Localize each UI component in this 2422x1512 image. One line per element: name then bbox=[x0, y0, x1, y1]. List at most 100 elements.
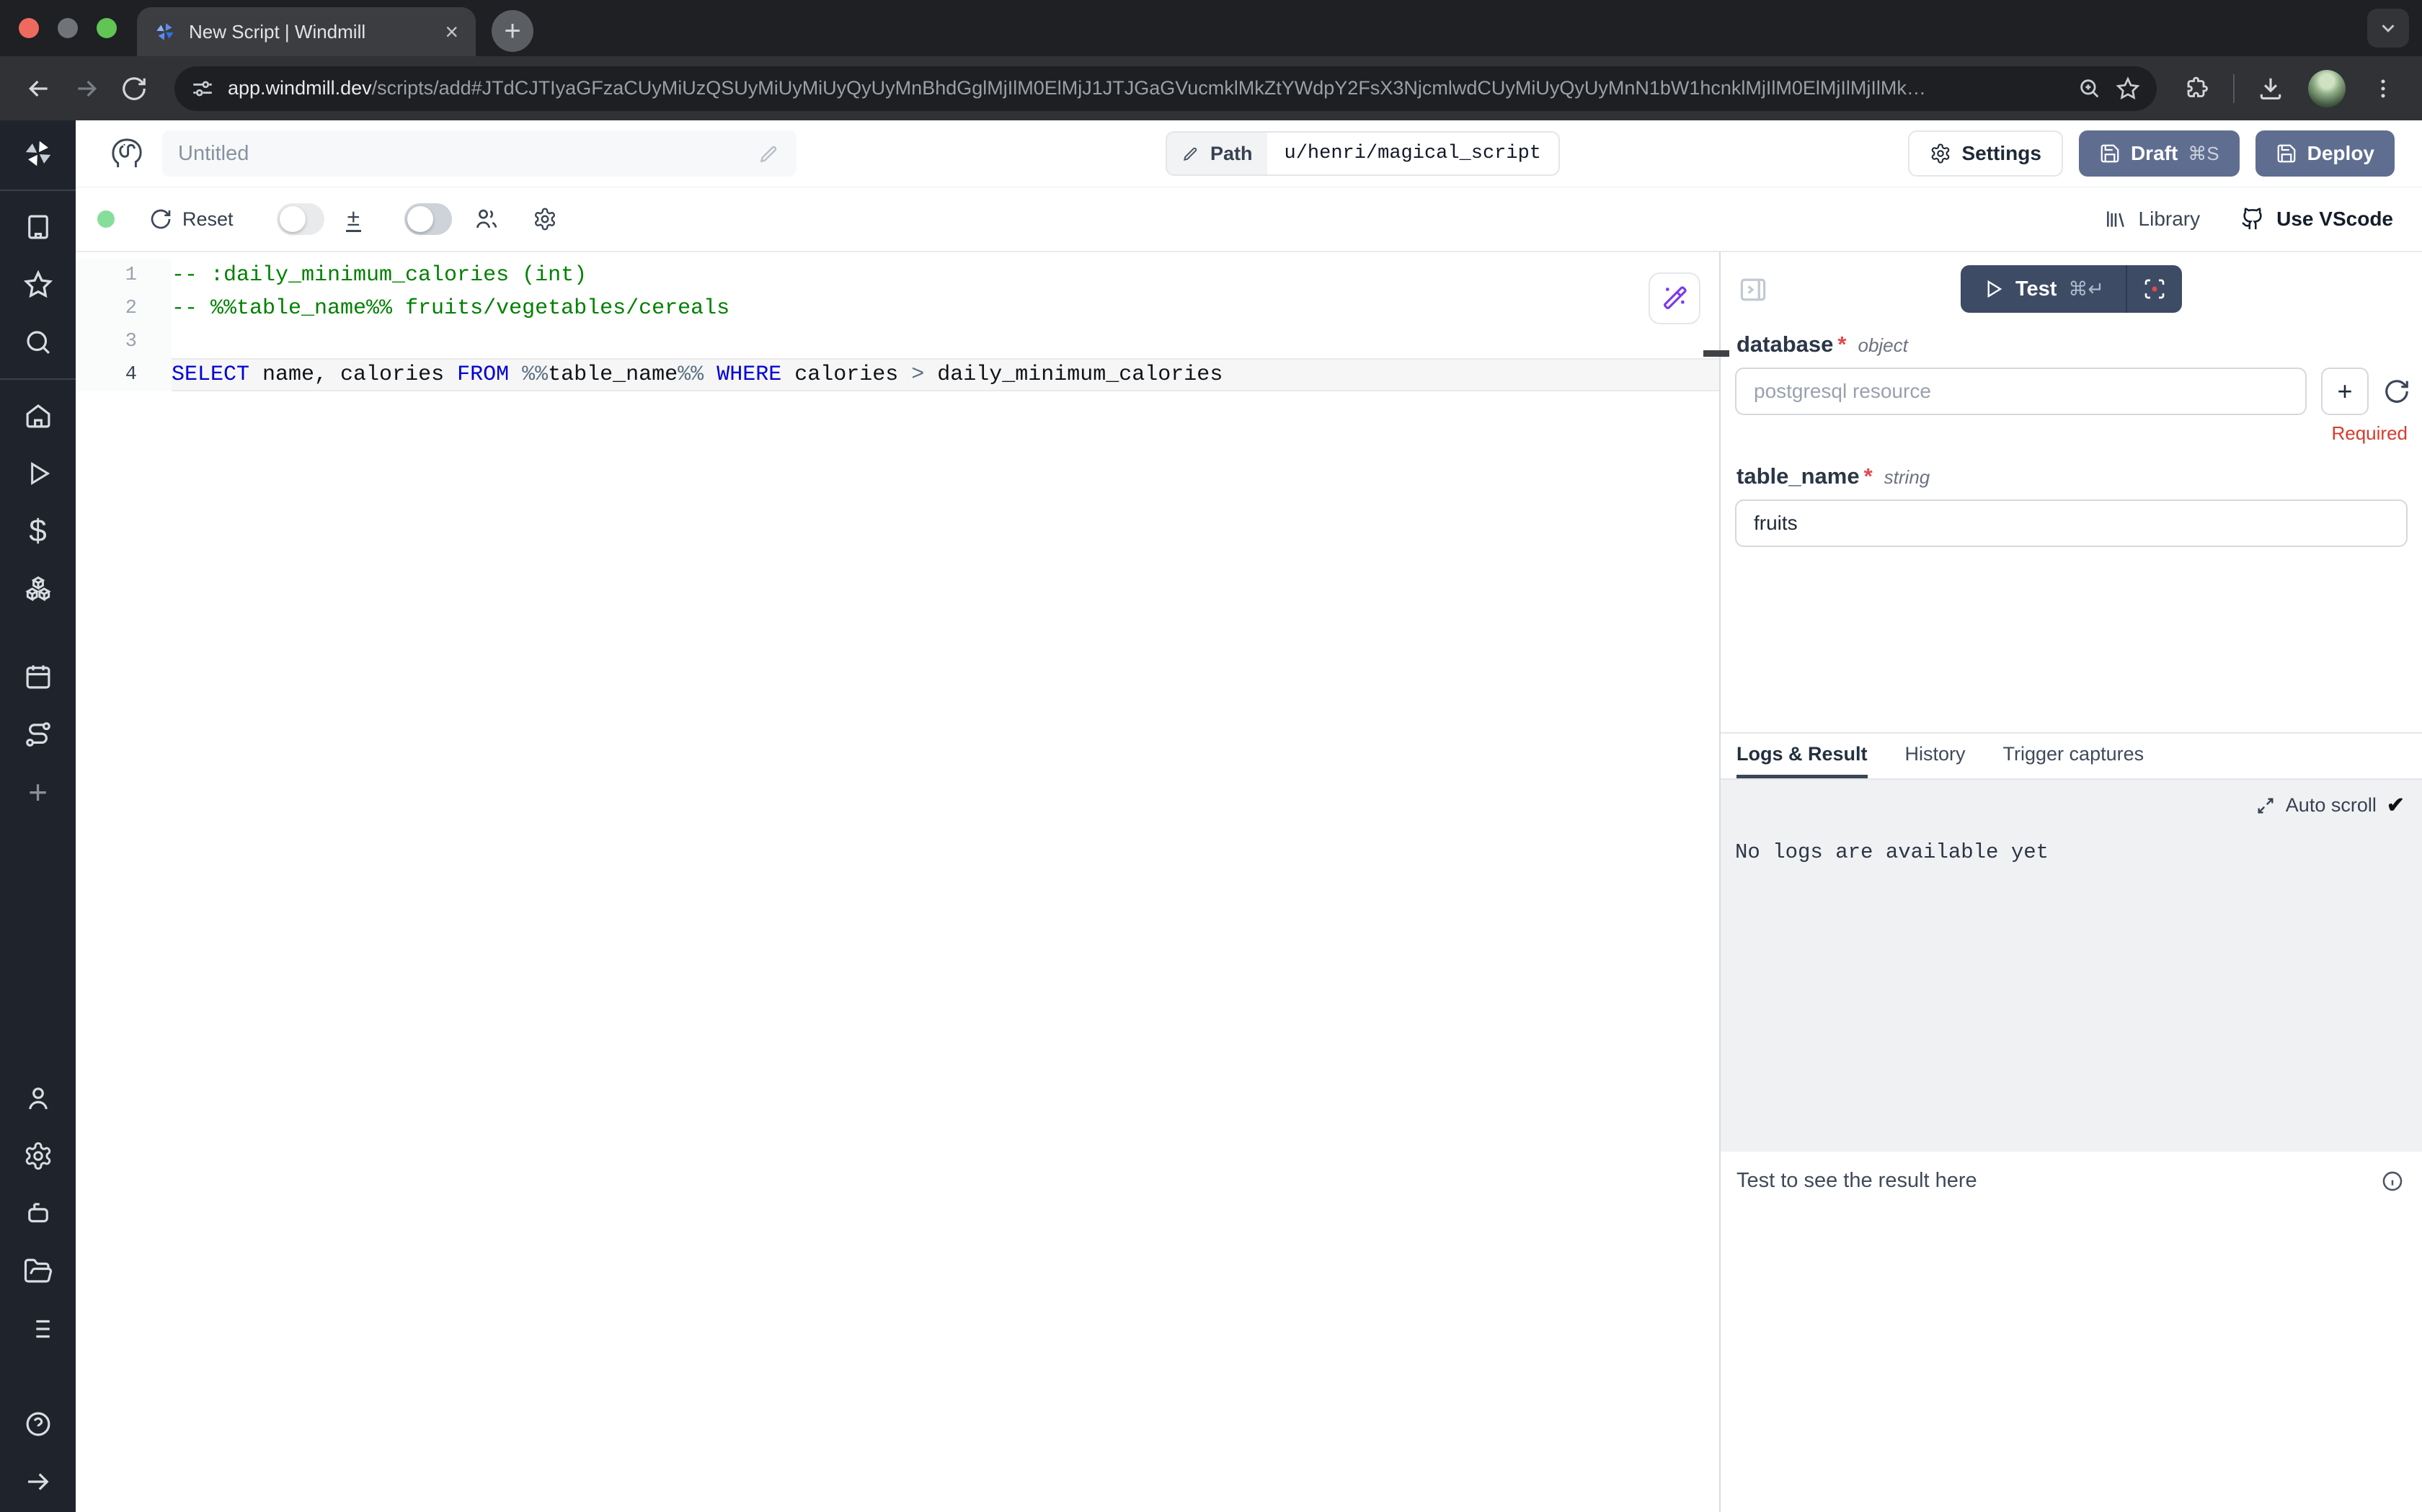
url-text: app.windmill.dev/scripts/add#JTdCJTIyaGF… bbox=[228, 77, 2064, 99]
sidebar-divider bbox=[0, 190, 76, 191]
zoom-page-icon[interactable] bbox=[2077, 76, 2102, 101]
test-split-button[interactable]: Test ⌘↵ bbox=[1961, 265, 2182, 313]
ai-bot-icon[interactable] bbox=[22, 1198, 54, 1229]
field-type: object bbox=[1858, 334, 1907, 357]
audit-logs-list-icon[interactable] bbox=[22, 1313, 54, 1345]
database-resource-input[interactable] bbox=[1735, 368, 2307, 415]
users-icon bbox=[474, 206, 500, 232]
ai-wand-button[interactable] bbox=[1649, 272, 1700, 324]
library-icon bbox=[2104, 208, 2127, 231]
sidebar-divider bbox=[0, 378, 76, 380]
refresh-icon bbox=[149, 208, 172, 231]
resources-cubes-icon[interactable] bbox=[22, 573, 54, 605]
browser-tab[interactable]: New Script | Windmill × bbox=[137, 7, 476, 56]
path-widget[interactable]: Path u/henri/magical_script bbox=[1166, 131, 1560, 176]
script-title-field[interactable] bbox=[162, 130, 797, 177]
script-title-input[interactable] bbox=[178, 142, 758, 166]
browser-menu-button[interactable] bbox=[2363, 68, 2403, 109]
settings-button[interactable]: Settings bbox=[1908, 130, 2062, 177]
edit-pencil-icon bbox=[758, 142, 781, 165]
expand-icon bbox=[2255, 796, 2276, 816]
help-icon[interactable] bbox=[22, 1408, 54, 1440]
info-icon[interactable] bbox=[2380, 1169, 2405, 1193]
table-name-input[interactable] bbox=[1735, 499, 2408, 547]
user-icon[interactable] bbox=[22, 1082, 54, 1114]
code-text: SELECT name, calories FROM %%table_name%… bbox=[172, 358, 1719, 391]
schedules-calendar-icon[interactable] bbox=[22, 661, 54, 693]
editor-settings-gear-icon[interactable] bbox=[533, 207, 557, 231]
gear-icon bbox=[1930, 143, 1951, 164]
downloads-button[interactable] bbox=[2250, 68, 2291, 109]
tab-trigger-captures[interactable]: Trigger captures bbox=[2003, 734, 2144, 778]
bookmark-star-icon[interactable] bbox=[2115, 76, 2141, 102]
tab-close-icon[interactable]: × bbox=[445, 20, 458, 43]
add-resource-button[interactable]: + bbox=[2321, 368, 2369, 415]
arrow-left-icon bbox=[25, 74, 53, 103]
code-text: -- %%table_name%% fruits/vegetables/cere… bbox=[172, 292, 1719, 325]
code-line[interactable]: 3 bbox=[76, 325, 1719, 358]
github-icon bbox=[2240, 207, 2265, 231]
tab-logs-result[interactable]: Logs & Result bbox=[1736, 734, 1868, 778]
kebab-menu-icon bbox=[2371, 76, 2395, 101]
collaboration-toggle[interactable] bbox=[404, 203, 452, 235]
result-area: Test to see the result here bbox=[1721, 1152, 2422, 1512]
windmill-logo-icon[interactable] bbox=[22, 138, 54, 169]
folders-icon[interactable] bbox=[22, 1255, 54, 1287]
home-icon[interactable] bbox=[22, 400, 54, 432]
save-icon bbox=[2099, 143, 2121, 164]
new-tab-button[interactable]: + bbox=[492, 10, 533, 52]
toolbar-divider bbox=[2233, 74, 2235, 103]
reset-button[interactable]: Reset bbox=[149, 208, 234, 231]
code-line[interactable]: 1-- :daily_minimum_calories (int) bbox=[76, 259, 1719, 292]
screen: New Script | Windmill × + app.win bbox=[0, 0, 2422, 1512]
extensions-button[interactable] bbox=[2177, 68, 2217, 109]
chevron-down-icon bbox=[2377, 17, 2399, 39]
code-editor[interactable]: 1-- :daily_minimum_calories (int)2-- %%t… bbox=[76, 252, 1719, 1512]
scan-capture-icon bbox=[2143, 277, 2166, 301]
url-bar[interactable]: app.windmill.dev/scripts/add#JTdCJTIyaGF… bbox=[174, 66, 2157, 111]
code-line[interactable]: 2-- %%table_name%% fruits/vegetables/cer… bbox=[76, 292, 1719, 325]
window-close-button[interactable] bbox=[19, 18, 39, 38]
line-number: 4 bbox=[76, 358, 172, 391]
test-shortcut: ⌘↵ bbox=[2068, 278, 2104, 301]
required-asterisk: * bbox=[1864, 463, 1873, 489]
site-settings-icon[interactable] bbox=[190, 76, 215, 101]
required-asterisk: * bbox=[1837, 332, 1846, 357]
profile-avatar[interactable] bbox=[2308, 70, 2346, 107]
back-button[interactable] bbox=[19, 68, 59, 109]
workspace-icon[interactable] bbox=[22, 211, 54, 243]
favorites-star-icon[interactable] bbox=[22, 269, 54, 301]
deploy-button[interactable]: Deploy bbox=[2255, 130, 2395, 177]
tab-history[interactable]: History bbox=[1905, 734, 1966, 778]
runs-play-icon[interactable] bbox=[22, 458, 54, 489]
collapse-panel-icon[interactable] bbox=[1737, 274, 1769, 306]
edit-pencil-icon bbox=[1181, 144, 1200, 163]
auto-scroll-control[interactable]: Auto scroll ✔ bbox=[2255, 793, 2405, 818]
reload-button[interactable] bbox=[114, 68, 154, 109]
code-line[interactable]: 4SELECT name, calories FROM %%table_name… bbox=[76, 358, 1719, 391]
code-lines: 1-- :daily_minimum_calories (int)2-- %%t… bbox=[76, 259, 1719, 391]
line-number: 1 bbox=[76, 259, 172, 292]
variables-dollar-icon[interactable]: $ bbox=[22, 515, 54, 547]
diff-toggle[interactable] bbox=[277, 203, 324, 235]
routes-icon[interactable] bbox=[22, 719, 54, 750]
refresh-resources-icon[interactable] bbox=[2383, 378, 2410, 405]
window-minimize-button[interactable] bbox=[58, 18, 78, 38]
tab-title: New Script | Windmill bbox=[189, 21, 432, 43]
watch-test-button[interactable] bbox=[2127, 265, 2182, 313]
draft-button[interactable]: Draft ⌘S bbox=[2079, 130, 2240, 177]
play-icon bbox=[1982, 278, 2004, 300]
expand-sidebar-arrow-icon[interactable] bbox=[22, 1466, 54, 1498]
tab-list-chevron-button[interactable] bbox=[2367, 9, 2409, 48]
search-icon[interactable] bbox=[22, 326, 54, 358]
windmill-favicon bbox=[154, 21, 176, 43]
download-icon bbox=[2257, 75, 2284, 102]
settings-gear-icon[interactable] bbox=[22, 1140, 54, 1172]
test-run-button[interactable]: Test ⌘↵ bbox=[1961, 265, 2126, 313]
add-item-plus-icon[interactable]: + bbox=[22, 776, 54, 808]
use-vscode-button[interactable]: Use VScode bbox=[2240, 207, 2393, 231]
window-zoom-button[interactable] bbox=[97, 18, 117, 38]
forward-button[interactable] bbox=[66, 68, 107, 109]
library-button[interactable]: Library bbox=[2104, 208, 2201, 231]
path-value: u/henri/magical_script bbox=[1267, 133, 1558, 174]
